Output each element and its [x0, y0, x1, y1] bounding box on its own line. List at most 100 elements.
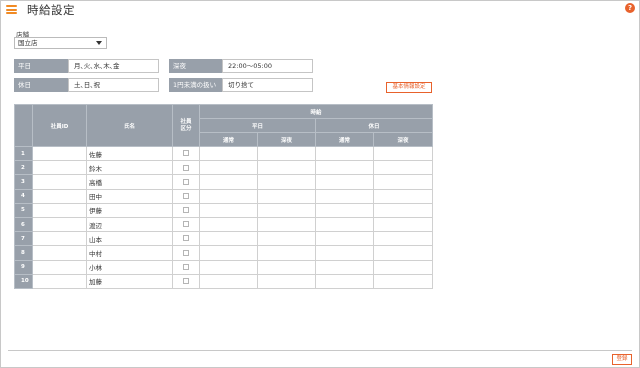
holiday-normal-cell[interactable]	[315, 202, 374, 218]
employee-type-cell	[172, 273, 200, 289]
weekday-normal-cell[interactable]	[199, 273, 258, 289]
table-row: 3 高橋	[14, 174, 434, 190]
weekday-normal-cell[interactable]	[199, 160, 258, 176]
employee-id-cell[interactable]	[32, 174, 87, 190]
holiday-night-cell[interactable]	[372, 202, 434, 218]
employee-type-header: 社員 区分	[172, 104, 200, 147]
footer-divider	[8, 350, 632, 351]
row-number: 2	[14, 160, 33, 176]
employee-type-checkbox[interactable]	[183, 164, 189, 171]
help-icon[interactable]: ?	[625, 3, 635, 13]
table-row: 2 鈴木	[14, 160, 434, 176]
employee-type-cell	[172, 259, 200, 275]
employee-type-checkbox[interactable]	[183, 278, 189, 285]
employee-type-checkbox[interactable]	[183, 178, 189, 185]
employee-type-cell	[172, 216, 200, 233]
weekday-night-header: 深夜	[257, 132, 316, 147]
employee-type-checkbox[interactable]	[183, 207, 189, 214]
employee-type-cell	[172, 188, 200, 204]
holiday-normal-cell[interactable]	[315, 273, 374, 289]
employee-id-cell[interactable]	[32, 231, 87, 247]
rownum-header	[14, 104, 33, 147]
weekday-normal-header: 通常	[199, 132, 258, 147]
weekday-normal-cell[interactable]	[199, 216, 258, 233]
holiday-night-cell[interactable]	[372, 216, 434, 233]
employee-id-cell[interactable]	[32, 145, 87, 162]
weekday-label: 平日	[14, 59, 68, 73]
table-row: 8 中村	[14, 245, 434, 261]
holiday-night-cell[interactable]	[372, 160, 434, 176]
holiday-normal-cell[interactable]	[315, 245, 374, 261]
row-number: 4	[14, 188, 33, 204]
employee-id-cell[interactable]	[32, 160, 87, 176]
holiday-normal-cell[interactable]	[315, 216, 374, 233]
register-button[interactable]: 登録	[612, 354, 632, 365]
weekday-night-cell[interactable]	[257, 174, 316, 190]
weekday-normal-cell[interactable]	[199, 145, 258, 162]
employee-id-cell[interactable]	[32, 202, 87, 218]
holiday-normal-cell[interactable]	[315, 231, 374, 247]
weekday-normal-cell[interactable]	[199, 202, 258, 218]
employee-id-cell[interactable]	[32, 188, 87, 204]
top-bar: 時給設定 ?	[0, 0, 640, 20]
employee-name-cell: 中村	[86, 245, 173, 261]
weekday-normal-cell[interactable]	[199, 231, 258, 247]
weekday-normal-cell[interactable]	[199, 259, 258, 275]
holiday-night-cell[interactable]	[372, 245, 434, 261]
store-select[interactable]: 国立店	[14, 37, 107, 49]
holiday-night-cell[interactable]	[372, 188, 434, 204]
row-number: 3	[14, 174, 33, 190]
night-label: 深夜	[169, 59, 222, 73]
employee-type-checkbox[interactable]	[183, 263, 189, 270]
holiday-normal-cell[interactable]	[315, 160, 374, 176]
weekday-night-cell[interactable]	[257, 245, 316, 261]
weekday-night-cell[interactable]	[257, 273, 316, 289]
page-title: 時給設定	[27, 3, 75, 17]
rounding-label: 1円未満の扱い	[169, 78, 222, 92]
employee-type-cell	[172, 145, 200, 162]
weekday-night-cell[interactable]	[257, 145, 316, 162]
holiday-normal-cell[interactable]	[315, 259, 374, 275]
holiday-night-cell[interactable]	[372, 145, 434, 162]
weekday-normal-cell[interactable]	[199, 188, 258, 204]
chevron-down-icon	[96, 41, 102, 45]
employee-type-checkbox[interactable]	[183, 235, 189, 242]
employee-id-cell[interactable]	[32, 216, 87, 233]
store-selected-value: 国立店	[18, 39, 38, 47]
hamburger-menu-icon[interactable]	[6, 5, 17, 14]
weekday-night-cell[interactable]	[257, 160, 316, 176]
employee-type-cell	[172, 245, 200, 261]
employee-type-checkbox[interactable]	[183, 221, 189, 228]
weekday-night-cell[interactable]	[257, 216, 316, 233]
holiday-normal-cell[interactable]	[315, 188, 374, 204]
holiday-night-cell[interactable]	[372, 231, 434, 247]
employee-id-cell[interactable]	[32, 273, 87, 289]
weekday-normal-cell[interactable]	[199, 174, 258, 190]
weekday-night-cell[interactable]	[257, 188, 316, 204]
basic-info-settings-button[interactable]: 基本情報設定	[386, 82, 432, 93]
weekday-normal-cell[interactable]	[199, 245, 258, 261]
weekday-night-cell[interactable]	[257, 259, 316, 275]
employee-name-cell: 高橋	[86, 174, 173, 190]
weekday-night-cell[interactable]	[257, 202, 316, 218]
holiday-night-cell[interactable]	[372, 273, 434, 289]
employee-name-cell: 小林	[86, 259, 173, 275]
employee-name-cell: 山本	[86, 231, 173, 247]
table-row: 1 佐藤	[14, 145, 434, 162]
weekday-night-cell[interactable]	[257, 231, 316, 247]
employee-type-checkbox[interactable]	[183, 150, 189, 157]
holiday-night-cell[interactable]	[372, 174, 434, 190]
employee-id-cell[interactable]	[32, 245, 87, 261]
name-header: 氏名	[86, 104, 173, 147]
holiday-normal-cell[interactable]	[315, 174, 374, 190]
employee-type-checkbox[interactable]	[183, 192, 189, 199]
employee-name-cell: 田中	[86, 188, 173, 204]
row-number: 5	[14, 202, 33, 218]
table-row: 4 田中	[14, 188, 434, 204]
employee-name-cell: 佐藤	[86, 145, 173, 162]
employee-id-cell[interactable]	[32, 259, 87, 275]
table-row: 6 渡辺	[14, 216, 434, 233]
holiday-night-cell[interactable]	[372, 259, 434, 275]
employee-type-checkbox[interactable]	[183, 249, 189, 256]
holiday-normal-cell[interactable]	[315, 145, 374, 162]
